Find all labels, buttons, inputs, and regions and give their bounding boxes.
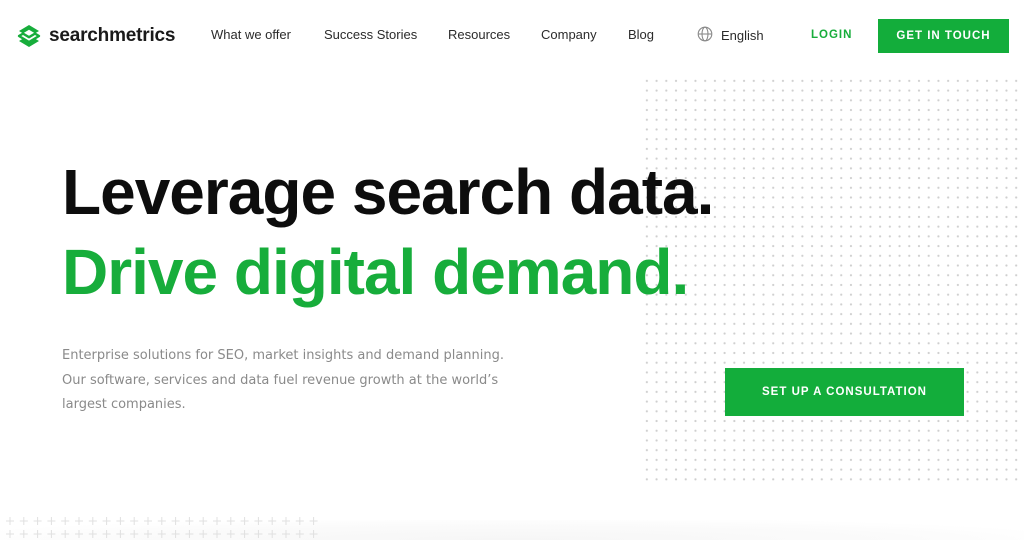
globe-icon — [697, 26, 721, 45]
headline-primary: Leverage search data. — [62, 156, 714, 228]
page: searchmetrics What we offer Success Stor… — [0, 0, 1024, 540]
language-label: English — [721, 28, 764, 43]
hero-description: Enterprise solutions for SEO, market ins… — [62, 348, 504, 412]
logo-wordmark: searchmetrics — [49, 25, 176, 46]
set-up-consultation-button[interactable]: SET UP A CONSULTATION — [725, 368, 964, 416]
nav-company[interactable]: Company — [541, 27, 597, 42]
nav-what-we-offer[interactable]: What we offer — [211, 27, 291, 42]
get-in-touch-button[interactable]: GET IN TOUCH — [878, 19, 1009, 53]
login-link[interactable]: LOGIN — [811, 29, 852, 41]
plus-grid-decoration — [0, 512, 320, 540]
language-selector[interactable]: English — [697, 26, 764, 45]
logo-icon — [16, 23, 42, 49]
logo-link[interactable]: searchmetrics — [16, 22, 175, 50]
headline-secondary: Drive digital demand. — [62, 236, 689, 308]
site-header: searchmetrics What we offer Success Stor… — [0, 0, 1024, 70]
nav-success-stories[interactable]: Success Stories — [324, 27, 417, 42]
dot-grid-decoration — [642, 76, 1024, 482]
nav-resources[interactable]: Resources — [448, 27, 510, 42]
nav-blog[interactable]: Blog — [628, 27, 654, 42]
